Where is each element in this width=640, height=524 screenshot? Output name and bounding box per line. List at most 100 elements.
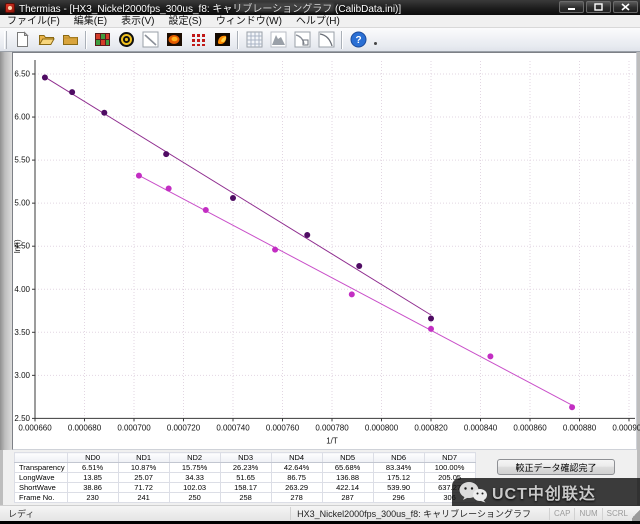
curve-button[interactable] (315, 29, 337, 50)
menu-item-5[interactable]: ヘルプ(H) (289, 15, 347, 28)
table-cell: 296 (373, 493, 424, 503)
menu-item-2[interactable]: 表示(V) (114, 15, 161, 28)
table-cell: 100.00% (424, 463, 475, 473)
curve-inspect-button[interactable] (291, 29, 313, 50)
table-cell: 278 (271, 493, 322, 503)
redacted-smudge (236, 3, 334, 12)
y-axis-title: ln(I) (13, 239, 22, 253)
menubar: ファイル(F)編集(E)表示(V)設定(S)ウィンドウ(W)ヘルプ(H) (0, 15, 640, 28)
toolbar-overflow-dot (374, 42, 377, 45)
table-cell: 250 (169, 493, 220, 503)
close-icon (621, 3, 630, 11)
data-point-shortwave (428, 316, 434, 322)
menu-item-3[interactable]: 設定(S) (161, 15, 208, 28)
table-cell: 13.85 (67, 473, 118, 483)
window-title: Thermias - [HX3_Nickel2000fps_300us_f8: … (19, 0, 401, 15)
save-folder-button[interactable] (59, 29, 81, 50)
table-cell: 287 (322, 493, 373, 503)
histogram-icon (270, 31, 287, 48)
table-cell: 230 (67, 493, 118, 503)
y-tick-label: 6.50 (14, 70, 30, 79)
status-document-text: HX3_Nickel2000fps_300us_f8: キャリブレーショングラフ (290, 507, 549, 520)
data-point-longwave (487, 353, 493, 359)
data-point-shortwave (356, 263, 362, 269)
x-tick-label: 0.000660 (18, 423, 52, 432)
data-grid-button[interactable] (243, 29, 265, 50)
menu-item-0[interactable]: ファイル(F) (0, 15, 67, 28)
x-tick-label: 0.000680 (68, 423, 102, 432)
thermal-image-icon (166, 31, 183, 48)
table-cell: 10.87% (118, 463, 169, 473)
status-toggle-scrl: SCRL (602, 508, 632, 520)
curve-icon (318, 31, 335, 48)
minimize-button[interactable] (559, 1, 584, 13)
resize-grip[interactable] (632, 506, 640, 522)
x-tick-label: 0.000740 (216, 423, 250, 432)
thermal-image-button[interactable] (163, 29, 185, 50)
film-frames-button[interactable] (91, 29, 113, 50)
thermal-palette-button[interactable] (211, 29, 233, 50)
toolbar-grip (4, 31, 7, 49)
maximize-button[interactable] (586, 1, 611, 13)
watermark-text: UCT中创联达 (492, 480, 596, 504)
toolbar-separator (341, 31, 343, 49)
table-header-cell: ND0 (67, 453, 118, 463)
data-point-shortwave (101, 110, 107, 116)
toolbar-separator (237, 31, 239, 49)
table-cell: 422.14 (322, 483, 373, 493)
x-tick-label: 0.000880 (563, 423, 597, 432)
help-button[interactable]: ? (347, 29, 369, 50)
maximize-icon (594, 3, 603, 11)
target-icon (118, 31, 135, 48)
data-point-shortwave (69, 89, 75, 95)
table-row-label: ShortWave (15, 483, 68, 493)
open-folder-icon (38, 31, 55, 48)
app-window: Thermias - [HX3_Nickel2000fps_300us_f8: … (0, 0, 640, 524)
table-row: LongWave13.8525.0734.3351.6586.75136.881… (15, 473, 476, 483)
table-row-label: Frame No. (15, 493, 68, 503)
histogram-button[interactable] (267, 29, 289, 50)
table-cell: 51.65 (220, 473, 271, 483)
x-tick-label: 0.000820 (414, 423, 448, 432)
confirm-calibration-button[interactable]: 較正データ確認完了 (497, 459, 615, 475)
titlebar: Thermias - [HX3_Nickel2000fps_300us_f8: … (0, 0, 640, 15)
data-point-longwave (272, 247, 278, 253)
data-point-shortwave (230, 195, 236, 201)
slope-line-button[interactable] (139, 29, 161, 50)
table-cell: 86.75 (271, 473, 322, 483)
toolbar-separator (85, 31, 87, 49)
table-header-cell: ND7 (424, 453, 475, 463)
x-tick-label: 0.000900 (612, 423, 640, 432)
table-cell: 83.34% (373, 463, 424, 473)
curve-inspect-icon (294, 31, 311, 48)
data-point-longwave (349, 291, 355, 297)
menu-item-4[interactable]: ウィンドウ(W) (209, 15, 289, 28)
table-cell: 65.68% (322, 463, 373, 473)
watermark-overlay: UCT中创联达 (452, 478, 640, 506)
table-header-cell: ND3 (220, 453, 271, 463)
target-button[interactable] (115, 29, 137, 50)
table-cell: 539.90 (373, 483, 424, 493)
y-tick-label: 2.50 (14, 414, 30, 423)
app-icon (5, 3, 15, 13)
table-header-cell: ND4 (271, 453, 322, 463)
color-matrix-button[interactable] (187, 29, 209, 50)
table-cell: 136.88 (322, 473, 373, 483)
table-cell: 158.17 (220, 483, 271, 493)
table-header-cell: ND6 (373, 453, 424, 463)
table-cell: 15.75% (169, 463, 220, 473)
table-header-cell: ND1 (118, 453, 169, 463)
status-ready-text: レディ (0, 507, 290, 520)
toolbar: ? (0, 28, 640, 52)
table-header-cell: ND5 (322, 453, 373, 463)
new-file-button[interactable] (11, 29, 33, 50)
data-point-longwave (136, 173, 142, 179)
open-file-button[interactable] (35, 29, 57, 50)
y-tick-label: 3.50 (14, 328, 30, 337)
close-button[interactable] (613, 1, 638, 13)
data-point-longwave (203, 207, 209, 213)
table-row-label: LongWave (15, 473, 68, 483)
table-cell: 25.07 (118, 473, 169, 483)
menu-item-1[interactable]: 編集(E) (67, 15, 114, 28)
x-tick-label: 0.000700 (117, 423, 151, 432)
